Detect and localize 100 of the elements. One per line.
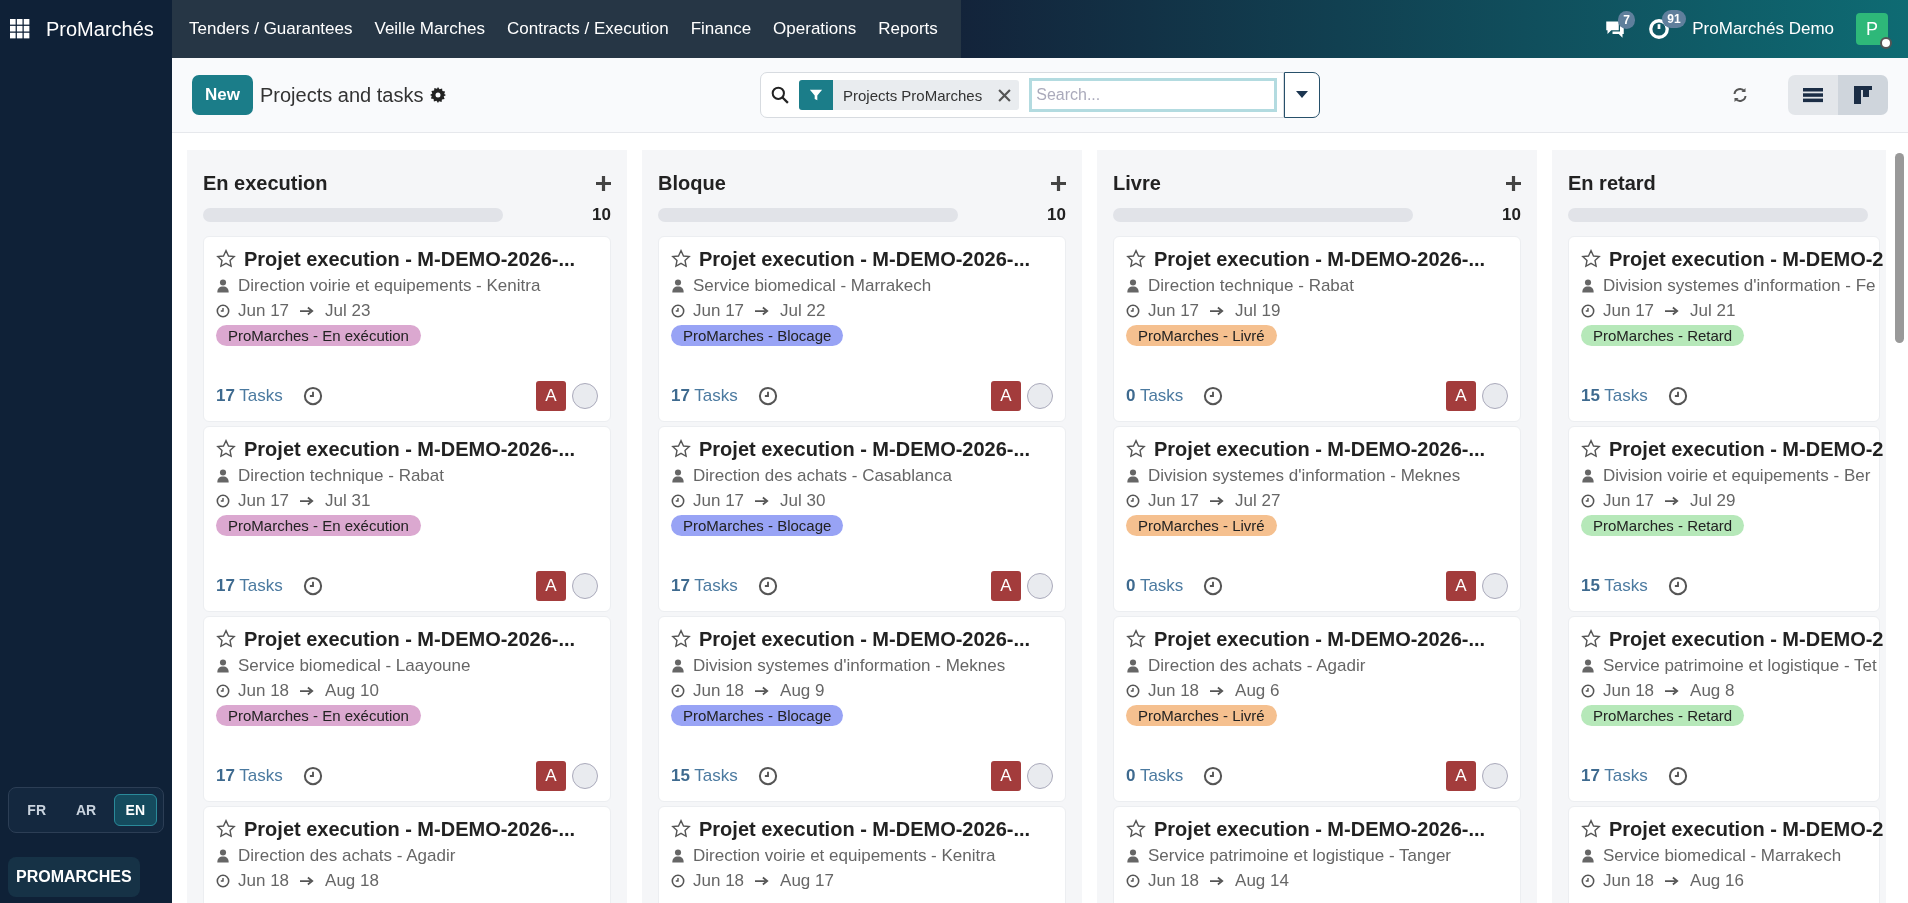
activity-clock-icon[interactable] (757, 766, 778, 786)
column-title: Livre (1113, 171, 1161, 195)
project-card[interactable]: Projet execution - M-DEMO-2026-... Service patrimoine et logistique - Tanger Jun 18 Aug 14 (1113, 806, 1521, 903)
activity-clock-icon[interactable] (1667, 766, 1688, 786)
end-date: Jul 29 (1690, 490, 1736, 511)
user-avatar[interactable]: A (1446, 571, 1476, 601)
record-count: 10 (592, 205, 611, 225)
tasks-link[interactable]: 17 Tasks (671, 386, 738, 406)
filter-facet[interactable]: Projects ProMarches (799, 80, 1020, 110)
start-date: Jun 18 (693, 870, 745, 891)
tasks-link[interactable]: 0 Tasks (1126, 576, 1184, 596)
activity-clock-icon[interactable] (757, 576, 778, 596)
menu-item[interactable]: Reports (867, 11, 949, 47)
language-button[interactable]: AR (64, 794, 108, 826)
user-name[interactable]: ProMarchés Demo (1692, 19, 1834, 39)
project-card[interactable]: Projet execution - M-DEMO-2026-... Direction des achats - Casablanca Jun 17 Jul 30 ProMarches - Blocage 17 Tasks A (658, 426, 1066, 612)
user-avatar[interactable]: A (536, 571, 566, 601)
activity-clock-icon[interactable] (1667, 576, 1688, 596)
activity-clock-icon[interactable] (757, 386, 778, 406)
star-icon[interactable] (671, 819, 691, 839)
menu-item[interactable]: Tenders / Guarantees (178, 11, 364, 47)
tasks-link[interactable]: 0 Tasks (1126, 386, 1184, 406)
language-button[interactable]: FR (15, 794, 59, 826)
activity-clock-icon[interactable] (1667, 386, 1688, 406)
star-icon[interactable] (1126, 249, 1146, 269)
activity-clock-icon[interactable] (1203, 386, 1224, 406)
project-card[interactable]: Projet execution - M-DEMO-2026-... Division systemes d'information - Meknes Jun 18 Aug 9 ProMarches - Blocage 15 Tasks A (658, 616, 1066, 802)
add-icon[interactable] (1051, 175, 1066, 191)
menu-item[interactable]: Finance (679, 11, 763, 47)
project-title: Projet execution - M-DEMO-2026-... (1154, 817, 1486, 841)
user-avatar[interactable]: A (536, 761, 566, 791)
star-icon[interactable] (216, 249, 236, 269)
add-icon[interactable] (596, 175, 611, 191)
user-avatar[interactable]: A (991, 381, 1021, 411)
project-title: Projet execution - M-DEMO-2026-... (244, 437, 576, 461)
project-owner: Division systemes d'information - Meknes (1148, 465, 1461, 486)
add-icon[interactable] (1506, 175, 1521, 191)
star-icon[interactable] (1581, 819, 1601, 839)
activity-clock-icon[interactable] (1203, 766, 1224, 786)
tasks-link[interactable]: 15 Tasks (671, 766, 738, 786)
app-button[interactable]: PROMARCHES (8, 857, 140, 897)
star-icon[interactable] (1581, 439, 1601, 459)
star-icon[interactable] (216, 439, 236, 459)
tasks-link[interactable]: 17 Tasks (216, 766, 283, 786)
activity-clock-icon[interactable] (1203, 576, 1224, 596)
star-icon[interactable] (671, 629, 691, 649)
project-card[interactable]: Projet execution - M-DEMO-2026-... Direction des achats - Agadir Jun 18 Aug 18 (203, 806, 611, 903)
new-button[interactable]: New (192, 75, 253, 115)
search-field[interactable]: Search... (1029, 78, 1278, 112)
stage-tag: ProMarches - Blocage (671, 515, 844, 536)
search-bar[interactable]: Projects ProMarches Search... (760, 72, 1285, 118)
star-icon[interactable] (1126, 819, 1146, 839)
person-icon (671, 468, 685, 483)
clock-icon (1126, 873, 1140, 888)
menu-item[interactable]: Operations (762, 11, 868, 47)
settings-icon[interactable] (430, 87, 447, 103)
star-icon[interactable] (671, 249, 691, 269)
user-avatar[interactable]: A (991, 761, 1021, 791)
tasks-link[interactable]: 17 Tasks (671, 576, 738, 596)
activity-clock-icon[interactable] (302, 386, 323, 406)
user-avatar[interactable]: A (991, 571, 1021, 601)
star-icon[interactable] (1581, 249, 1601, 269)
star-icon[interactable] (671, 439, 691, 459)
menu-item[interactable]: Contracts / Execution (496, 11, 680, 47)
start-date: Jun 17 (238, 490, 290, 511)
tasks-link[interactable]: 0 Tasks (1126, 766, 1184, 786)
user-avatar[interactable]: A (1446, 381, 1476, 411)
tasks-link[interactable]: 17 Tasks (1581, 766, 1648, 786)
language-button[interactable]: EN (113, 794, 157, 826)
search-options-toggle[interactable] (1284, 72, 1321, 118)
tasks-link[interactable]: 17 Tasks (216, 576, 283, 596)
user-avatar[interactable]: A (536, 381, 566, 411)
project-card[interactable]: Projet execution - M-DEMO-2026-... Direction des achats - Agadir Jun 18 Aug 6 ProMarches - Livré 0 Tasks A (1113, 616, 1521, 802)
clock-icon (216, 493, 230, 508)
project-card[interactable]: Projet execution - M-DEMO-2026-... Direction voirie et equipements - Kenitra Jun 18 Aug 17 (658, 806, 1066, 903)
kanban-view-button[interactable] (1838, 75, 1888, 115)
person-icon (1581, 848, 1595, 863)
clock-icon (1581, 493, 1595, 508)
project-card[interactable]: Projet execution - M-DEMO-2026-... Service biomedical - Laayoune Jun 18 Aug 10 ProMarches - En exécution 17 Tasks A (203, 616, 611, 802)
activity-clock-icon[interactable] (302, 576, 323, 596)
user-avatar[interactable]: A (1446, 761, 1476, 791)
start-date: Jun 18 (238, 680, 290, 701)
menu-item[interactable]: Veille Marches (363, 11, 497, 47)
project-card[interactable]: Projet execution - M-DEMO-2026-... Direction voirie et equipements - Kenitra Jun 17 Jul 23 ProMarches - En exécution 17 Tasks A (203, 236, 611, 422)
project-card[interactable]: Projet execution - M-DEMO-2026-... Direction technique - Rabat Jun 17 Jul 31 ProMarches - En exécution 17 Tasks A (203, 426, 611, 612)
tasks-link[interactable]: 17 Tasks (216, 386, 283, 406)
activity-clock-icon[interactable] (302, 766, 323, 786)
project-card[interactable]: Projet execution - M-DEMO-2026-... Service biomedical - Marrakech Jun 17 Jul 22 ProMarches - Blocage 17 Tasks A (658, 236, 1066, 422)
project-card[interactable]: Projet execution - M-DEMO-2026-... Direction technique - Rabat Jun 17 Jul 19 ProMarches - Livré 0 Tasks A (1113, 236, 1521, 422)
star-icon[interactable] (1581, 629, 1601, 649)
project-owner: Service patrimoine et logistique - Tanger (1148, 845, 1451, 866)
star-icon[interactable] (216, 819, 236, 839)
tasks-link[interactable]: 15 Tasks (1581, 386, 1648, 406)
star-icon[interactable] (1126, 439, 1146, 459)
list-view-button[interactable] (1788, 75, 1838, 115)
star-icon[interactable] (1126, 629, 1146, 649)
page-title: Projects and tasks (259, 83, 424, 107)
star-icon[interactable] (216, 629, 236, 649)
tasks-link[interactable]: 15 Tasks (1581, 576, 1648, 596)
project-card[interactable]: Projet execution - M-DEMO-2026-... Division systemes d'information - Meknes Jun 17 Jul 27 ProMarches - Livré 0 Tasks A (1113, 426, 1521, 612)
